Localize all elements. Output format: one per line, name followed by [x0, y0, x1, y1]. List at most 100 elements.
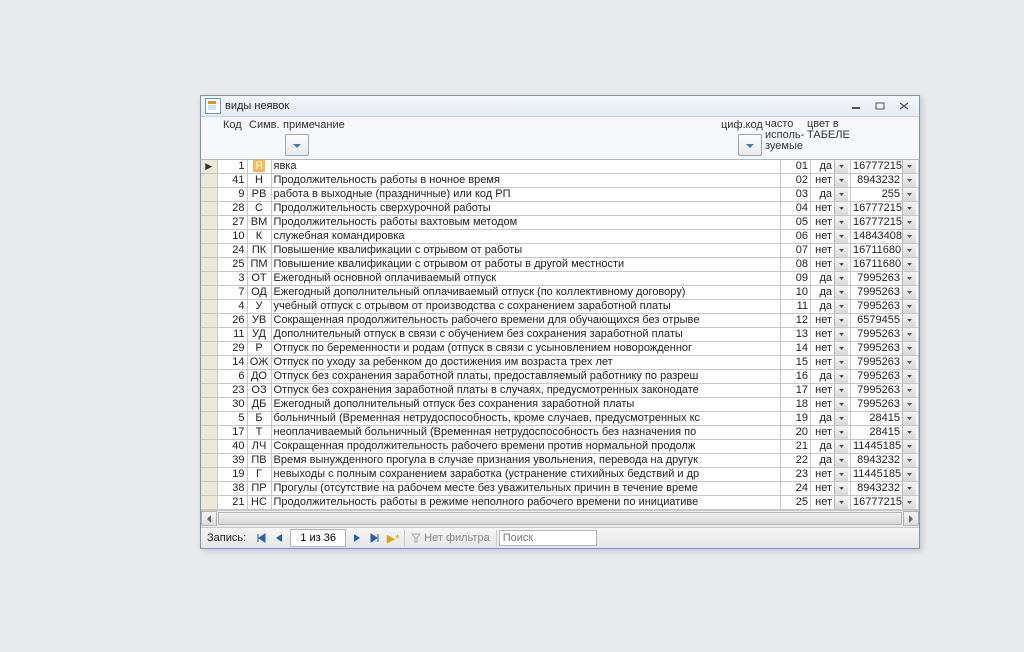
dropdown-icon[interactable] [834, 468, 848, 481]
dropdown-icon[interactable] [902, 384, 916, 397]
cell-color[interactable]: 16777215 [851, 160, 919, 174]
cell-kod[interactable]: 28 [217, 202, 247, 216]
cell-color[interactable]: 255 [851, 188, 919, 202]
horizontal-scrollbar[interactable] [201, 510, 919, 527]
row-selector[interactable] [201, 342, 217, 356]
cell-chasto[interactable]: да [811, 440, 851, 454]
cell-chasto[interactable]: нет [811, 216, 851, 230]
cell-note[interactable]: Отпуск по уходу за ребенком до достижени… [271, 356, 781, 370]
cell-color[interactable]: 7995263 [851, 384, 919, 398]
cell-kod[interactable]: 11 [217, 328, 247, 342]
cell-kod[interactable]: 25 [217, 258, 247, 272]
row-selector[interactable] [201, 384, 217, 398]
nav-prev-button[interactable] [270, 530, 288, 546]
dropdown-icon[interactable] [834, 496, 848, 509]
cell-kod[interactable]: 6 [217, 370, 247, 384]
dropdown-icon[interactable] [902, 188, 916, 201]
cell-chasto[interactable]: нет [811, 174, 851, 188]
cell-cif[interactable]: 02 [781, 174, 811, 188]
dropdown-icon[interactable] [902, 398, 916, 411]
cell-color[interactable]: 7995263 [851, 398, 919, 412]
cell-note[interactable]: Отпуск по беременности и родам (отпуск в… [271, 342, 781, 356]
row-selector[interactable] [201, 356, 217, 370]
cell-chasto[interactable]: нет [811, 244, 851, 258]
cell-cif[interactable]: 18 [781, 398, 811, 412]
dropdown-icon[interactable] [902, 412, 916, 425]
cell-note[interactable]: Отпуск без сохранения заработной платы в… [271, 384, 781, 398]
dropdown-icon[interactable] [834, 300, 848, 313]
search-input[interactable] [499, 530, 597, 546]
cell-chasto[interactable]: нет [811, 230, 851, 244]
cell-note[interactable]: явка [271, 160, 781, 174]
cell-sym[interactable]: Н [247, 174, 271, 188]
dropdown-icon[interactable] [902, 202, 916, 215]
cell-note[interactable]: больничный (Временная нетрудоспособность… [271, 412, 781, 426]
row-selector[interactable] [201, 468, 217, 482]
cell-kod[interactable]: 19 [217, 468, 247, 482]
cell-sym[interactable]: РВ [247, 188, 271, 202]
cell-color[interactable]: 16711680 [851, 258, 919, 272]
cell-cif[interactable]: 19 [781, 412, 811, 426]
cell-sym[interactable]: ДБ [247, 398, 271, 412]
cell-kod[interactable]: 41 [217, 174, 247, 188]
cell-note[interactable]: невыходы с полным сохранением заработка … [271, 468, 781, 482]
dropdown-icon[interactable] [834, 454, 848, 467]
cell-chasto[interactable]: да [811, 454, 851, 468]
cell-note[interactable]: Продолжительность работы в режиме неполн… [271, 496, 781, 510]
dropdown-icon[interactable] [834, 482, 848, 495]
cell-cif[interactable]: 17 [781, 384, 811, 398]
cell-cif[interactable]: 13 [781, 328, 811, 342]
dropdown-icon[interactable] [902, 258, 916, 271]
cell-color[interactable]: 28415 [851, 412, 919, 426]
cell-cif[interactable]: 25 [781, 496, 811, 510]
cell-color[interactable]: 11445185 [851, 468, 919, 482]
row-selector[interactable] [201, 412, 217, 426]
cell-kod[interactable]: 1 [217, 160, 247, 174]
cell-sym[interactable]: Р [247, 342, 271, 356]
table-row[interactable]: 41НПродолжительность работы в ночное вре… [201, 174, 919, 188]
record-position-input[interactable] [290, 529, 346, 547]
cell-color[interactable]: 16777215 [851, 202, 919, 216]
dropdown-icon[interactable] [902, 300, 916, 313]
nav-last-button[interactable] [366, 530, 384, 546]
dropdown-icon[interactable] [902, 468, 916, 481]
cell-sym[interactable]: ПВ [247, 454, 271, 468]
dropdown-icon[interactable] [834, 370, 848, 383]
table-row[interactable]: 28СПродолжительность сверхурочной работы… [201, 202, 919, 216]
scroll-right-button[interactable] [903, 511, 919, 526]
dropdown-icon[interactable] [902, 174, 916, 187]
filter-toggle[interactable]: Нет фильтра [404, 530, 497, 546]
cell-color[interactable]: 28415 [851, 426, 919, 440]
cell-note[interactable]: Дополнительный отпуск в связи с обучение… [271, 328, 781, 342]
cell-chasto[interactable]: нет [811, 314, 851, 328]
table-row[interactable]: 9РВработа в выходные (праздничные) или к… [201, 188, 919, 202]
table-row[interactable]: 14ОЖОтпуск по уходу за ребенком до дости… [201, 356, 919, 370]
cell-chasto[interactable]: нет [811, 468, 851, 482]
cell-color[interactable]: 7995263 [851, 342, 919, 356]
cell-kod[interactable]: 21 [217, 496, 247, 510]
cell-kod[interactable]: 29 [217, 342, 247, 356]
cell-kod[interactable]: 39 [217, 454, 247, 468]
table-row[interactable]: 40ЛЧСокращенная продолжительность рабоче… [201, 440, 919, 454]
cell-note[interactable]: Повышение квалификации с отрывом от рабо… [271, 244, 781, 258]
cell-cif[interactable]: 20 [781, 426, 811, 440]
table-row[interactable]: 30ДБЕжегодный дополнительный отпуск без … [201, 398, 919, 412]
cell-sym[interactable]: Я [247, 160, 271, 174]
dropdown-icon[interactable] [902, 286, 916, 299]
cell-note[interactable]: Ежегодный основной оплачиваемый отпуск [271, 272, 781, 286]
dropdown-icon[interactable] [902, 356, 916, 369]
cell-chasto[interactable]: нет [811, 356, 851, 370]
cell-note[interactable]: учебный отпуск с отрывом от производства… [271, 300, 781, 314]
cell-sym[interactable]: УД [247, 328, 271, 342]
row-selector[interactable] [201, 230, 217, 244]
cell-chasto[interactable]: нет [811, 482, 851, 496]
cell-sym[interactable]: С [247, 202, 271, 216]
table-row[interactable]: 38ПРПрогулы (отсутствие на рабочем месте… [201, 482, 919, 496]
row-selector[interactable] [201, 370, 217, 384]
dropdown-icon[interactable] [902, 454, 916, 467]
cell-note[interactable]: Продолжительность работы вахтовым методо… [271, 216, 781, 230]
dropdown-icon[interactable] [834, 216, 848, 229]
row-selector[interactable] [201, 244, 217, 258]
cell-color[interactable]: 7995263 [851, 356, 919, 370]
cell-sym[interactable]: ВМ [247, 216, 271, 230]
